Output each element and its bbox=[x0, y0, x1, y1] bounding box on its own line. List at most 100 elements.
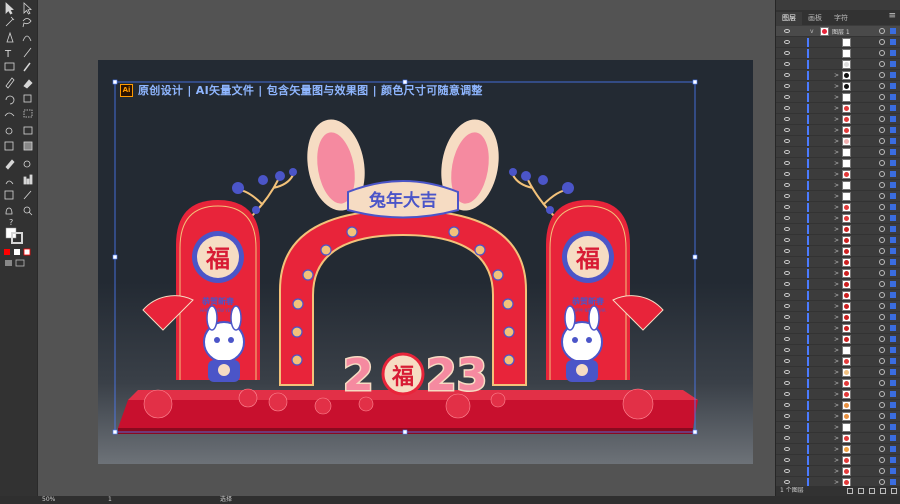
expand-chevron-icon[interactable]: > bbox=[834, 369, 839, 376]
visibility-eye-icon[interactable] bbox=[784, 194, 790, 198]
expand-chevron-icon[interactable]: > bbox=[834, 424, 839, 431]
target-circle-icon[interactable] bbox=[879, 424, 885, 430]
layer-row[interactable]: > bbox=[776, 400, 900, 411]
visibility-eye-icon[interactable] bbox=[784, 106, 790, 110]
target-circle-icon[interactable] bbox=[879, 127, 885, 133]
selection-indicator[interactable] bbox=[890, 237, 896, 243]
selection-indicator[interactable] bbox=[890, 325, 896, 331]
target-circle-icon[interactable] bbox=[879, 94, 885, 100]
target-circle-icon[interactable] bbox=[879, 281, 885, 287]
selection-indicator[interactable] bbox=[890, 413, 896, 419]
target-circle-icon[interactable] bbox=[879, 193, 885, 199]
expand-chevron-icon[interactable]: > bbox=[834, 105, 839, 112]
visibility-eye-icon[interactable] bbox=[784, 282, 790, 286]
visibility-eye-icon[interactable] bbox=[784, 304, 790, 308]
target-circle-icon[interactable] bbox=[879, 270, 885, 276]
selection-indicator[interactable] bbox=[890, 391, 896, 397]
selection-indicator[interactable] bbox=[890, 479, 896, 485]
visibility-eye-icon[interactable] bbox=[784, 260, 790, 264]
selection-indicator[interactable] bbox=[890, 61, 896, 67]
layer-row[interactable]: > bbox=[776, 477, 900, 486]
layer-row[interactable]: > bbox=[776, 158, 900, 169]
expand-chevron-icon[interactable]: > bbox=[834, 171, 839, 178]
new-layer-icon[interactable] bbox=[880, 488, 886, 494]
visibility-eye-icon[interactable] bbox=[784, 40, 790, 44]
expand-chevron-icon[interactable]: > bbox=[834, 193, 839, 200]
layer-row[interactable]: > bbox=[776, 114, 900, 125]
expand-chevron-icon[interactable]: > bbox=[834, 138, 839, 145]
target-circle-icon[interactable] bbox=[879, 303, 885, 309]
layer-row[interactable]: > bbox=[776, 103, 900, 114]
expand-chevron-icon[interactable]: > bbox=[834, 226, 839, 233]
visibility-eye-icon[interactable] bbox=[784, 370, 790, 374]
expand-chevron-icon[interactable]: > bbox=[834, 479, 839, 486]
layer-row[interactable]: > bbox=[776, 180, 900, 191]
visibility-eye-icon[interactable] bbox=[784, 403, 790, 407]
selection-indicator[interactable] bbox=[890, 105, 896, 111]
make-clipping-mask-icon[interactable] bbox=[858, 488, 864, 494]
expand-chevron-icon[interactable]: > bbox=[834, 83, 839, 90]
visibility-eye-icon[interactable] bbox=[784, 293, 790, 297]
layer-row[interactable]: > bbox=[776, 202, 900, 213]
layer-row[interactable]: > bbox=[776, 81, 900, 92]
layer-row[interactable]: > bbox=[776, 444, 900, 455]
layer-row[interactable] bbox=[776, 37, 900, 48]
selection-indicator[interactable] bbox=[890, 94, 896, 100]
target-circle-icon[interactable] bbox=[879, 204, 885, 210]
target-circle-icon[interactable] bbox=[879, 380, 885, 386]
target-circle-icon[interactable] bbox=[879, 468, 885, 474]
expand-chevron-icon[interactable]: > bbox=[834, 402, 839, 409]
visibility-eye-icon[interactable] bbox=[784, 337, 790, 341]
layer-row[interactable] bbox=[776, 59, 900, 70]
expand-chevron-icon[interactable]: > bbox=[834, 457, 839, 464]
target-circle-icon[interactable] bbox=[879, 138, 885, 144]
layer-row[interactable]: > bbox=[776, 147, 900, 158]
expand-chevron-icon[interactable]: > bbox=[834, 127, 839, 134]
layer-row[interactable]: > bbox=[776, 323, 900, 334]
artboard-number[interactable]: 1 bbox=[108, 496, 112, 504]
selection-indicator[interactable] bbox=[890, 292, 896, 298]
visibility-eye-icon[interactable] bbox=[784, 95, 790, 99]
target-circle-icon[interactable] bbox=[879, 215, 885, 221]
expand-chevron-icon[interactable]: > bbox=[834, 281, 839, 288]
selection-indicator[interactable] bbox=[890, 270, 896, 276]
selection-indicator[interactable] bbox=[890, 468, 896, 474]
target-circle-icon[interactable] bbox=[879, 325, 885, 331]
selection-indicator[interactable] bbox=[890, 457, 896, 463]
layer-row[interactable]: > bbox=[776, 334, 900, 345]
expand-chevron-icon[interactable]: > bbox=[834, 160, 839, 167]
visibility-eye-icon[interactable] bbox=[784, 425, 790, 429]
target-circle-icon[interactable] bbox=[879, 149, 885, 155]
target-circle-icon[interactable] bbox=[879, 248, 885, 254]
visibility-eye-icon[interactable] bbox=[784, 216, 790, 220]
target-circle-icon[interactable] bbox=[879, 336, 885, 342]
selection-indicator[interactable] bbox=[890, 182, 896, 188]
visibility-eye-icon[interactable] bbox=[784, 326, 790, 330]
canvas-area[interactable]: Ai 原创设计 | AI矢量文件 | 包含矢量图与效果图 | 颜色尺寸可随意调整 bbox=[39, 0, 775, 496]
expand-chevron-icon[interactable]: > bbox=[834, 314, 839, 321]
visibility-eye-icon[interactable] bbox=[784, 447, 790, 451]
target-circle-icon[interactable] bbox=[879, 160, 885, 166]
target-circle-icon[interactable] bbox=[879, 83, 885, 89]
visibility-eye-icon[interactable] bbox=[784, 183, 790, 187]
target-circle-icon[interactable] bbox=[879, 259, 885, 265]
selection-indicator[interactable] bbox=[890, 28, 896, 34]
layer-row[interactable]: > bbox=[776, 455, 900, 466]
expand-chevron-icon[interactable]: > bbox=[834, 116, 839, 123]
layer-row[interactable]: > bbox=[776, 466, 900, 477]
target-circle-icon[interactable] bbox=[879, 28, 885, 34]
expand-chevron-icon[interactable]: > bbox=[834, 237, 839, 244]
layer-name[interactable]: 图层 1 bbox=[832, 27, 850, 36]
target-circle-icon[interactable] bbox=[879, 457, 885, 463]
arch-artwork[interactable]: 福 恭贺新春 HAPPY NEW YEAR 福 恭贺新春 HAPPY NEW Y… bbox=[98, 60, 753, 464]
visibility-eye-icon[interactable] bbox=[784, 84, 790, 88]
target-circle-icon[interactable] bbox=[879, 314, 885, 320]
selection-indicator[interactable] bbox=[890, 435, 896, 441]
target-circle-icon[interactable] bbox=[879, 116, 885, 122]
expand-chevron-icon[interactable]: > bbox=[834, 94, 839, 101]
visibility-eye-icon[interactable] bbox=[784, 205, 790, 209]
layer-row[interactable]: > bbox=[776, 433, 900, 444]
visibility-eye-icon[interactable] bbox=[784, 73, 790, 77]
selection-indicator[interactable] bbox=[890, 50, 896, 56]
selection-indicator[interactable] bbox=[890, 72, 896, 78]
